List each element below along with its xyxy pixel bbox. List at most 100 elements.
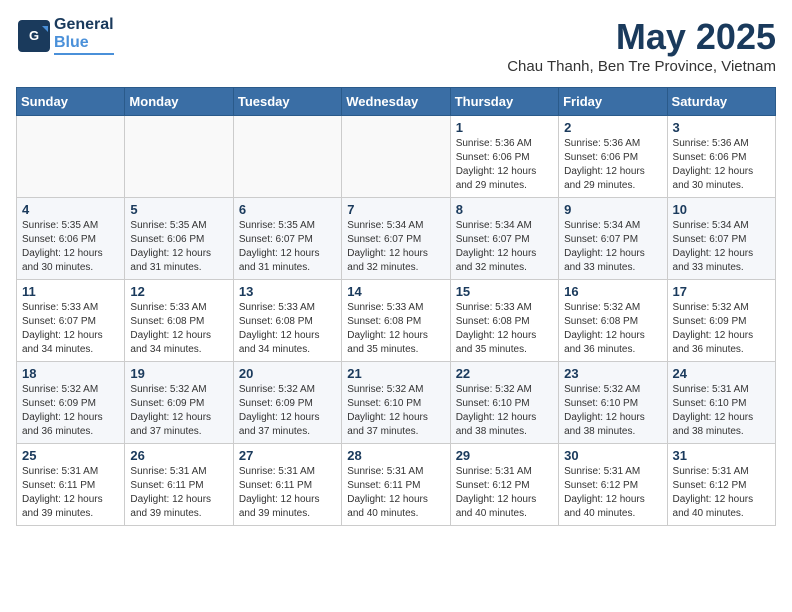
calendar-cell: 1 Sunrise: 5:36 AM Sunset: 6:06 PM Daylig… bbox=[450, 116, 558, 198]
day-info: Sunrise: 5:32 AM Sunset: 6:09 PM Dayligh… bbox=[239, 383, 336, 439]
calendar-cell: 30Sunrise: 5:31 AM Sunset: 6:12 PM Dayli… bbox=[559, 444, 667, 526]
day-number: 16 bbox=[564, 284, 661, 299]
day-number: 28 bbox=[347, 448, 444, 463]
header-wednesday: Wednesday bbox=[342, 88, 450, 116]
day-number: 29 bbox=[456, 448, 553, 463]
calendar-cell bbox=[233, 116, 341, 198]
day-number: 3 bbox=[673, 120, 770, 135]
day-info: Sunrise: 5:31 AM Sunset: 6:11 PM Dayligh… bbox=[239, 465, 336, 521]
calendar-cell: 16Sunrise: 5:32 AM Sunset: 6:08 PM Dayli… bbox=[559, 280, 667, 362]
day-info: Sunrise: 5:31 AM Sunset: 6:11 PM Dayligh… bbox=[347, 465, 444, 521]
week-row-1: 1 Sunrise: 5:36 AM Sunset: 6:06 PM Daylig… bbox=[17, 116, 776, 198]
day-number: 12 bbox=[130, 284, 227, 299]
day-info: Sunrise: 5:33 AM Sunset: 6:08 PM Dayligh… bbox=[130, 301, 227, 357]
header-tuesday: Tuesday bbox=[233, 88, 341, 116]
calendar-cell: 28 Sunrise: 5:31 AM Sunset: 6:11 PM Dayli… bbox=[342, 444, 450, 526]
day-number: 25 bbox=[22, 448, 119, 463]
day-info: Sunrise: 5:33 AM Sunset: 6:07 PM Dayligh… bbox=[22, 301, 119, 357]
day-info: Sunrise: 5:34 AM Sunset: 6:07 PM Dayligh… bbox=[347, 219, 444, 275]
calendar-cell: 9Sunrise: 5:34 AM Sunset: 6:07 PM Daylig… bbox=[559, 198, 667, 280]
header-sunday: Sunday bbox=[17, 88, 125, 116]
day-number: 14 bbox=[347, 284, 444, 299]
day-number: 17 bbox=[673, 284, 770, 299]
logo-line2: Blue bbox=[54, 34, 114, 52]
calendar-cell: 2 Sunrise: 5:36 AM Sunset: 6:06 PM Daylig… bbox=[559, 116, 667, 198]
day-info: Sunrise: 5:31 AM Sunset: 6:11 PM Dayligh… bbox=[130, 465, 227, 521]
day-number: 27 bbox=[239, 448, 336, 463]
day-number: 7 bbox=[347, 202, 444, 217]
day-info: Sunrise: 5:32 AM Sunset: 6:09 PM Dayligh… bbox=[673, 301, 770, 357]
day-info: Sunrise: 5:33 AM Sunset: 6:08 PM Dayligh… bbox=[456, 301, 553, 357]
calendar-cell: 12 Sunrise: 5:33 AM Sunset: 6:08 PM Dayli… bbox=[125, 280, 233, 362]
calendar-cell: 5Sunrise: 5:35 AM Sunset: 6:06 PM Daylig… bbox=[125, 198, 233, 280]
week-row-3: 11 Sunrise: 5:33 AM Sunset: 6:07 PM Dayli… bbox=[17, 280, 776, 362]
calendar-cell: 14 Sunrise: 5:33 AM Sunset: 6:08 PM Dayli… bbox=[342, 280, 450, 362]
header-saturday: Saturday bbox=[667, 88, 775, 116]
day-info: Sunrise: 5:31 AM Sunset: 6:12 PM Dayligh… bbox=[673, 465, 770, 521]
day-info: Sunrise: 5:32 AM Sunset: 6:10 PM Dayligh… bbox=[456, 383, 553, 439]
calendar-cell: 4 Sunrise: 5:35 AM Sunset: 6:06 PM Daylig… bbox=[17, 198, 125, 280]
day-info: Sunrise: 5:32 AM Sunset: 6:09 PM Dayligh… bbox=[22, 383, 119, 439]
day-number: 26 bbox=[130, 448, 227, 463]
calendar-cell: 11 Sunrise: 5:33 AM Sunset: 6:07 PM Dayli… bbox=[17, 280, 125, 362]
calendar-cell: 21Sunrise: 5:32 AM Sunset: 6:10 PM Dayli… bbox=[342, 362, 450, 444]
logo-line1: General bbox=[54, 16, 114, 34]
day-number: 31 bbox=[673, 448, 770, 463]
calendar-cell bbox=[125, 116, 233, 198]
calendar-cell: 7 Sunrise: 5:34 AM Sunset: 6:07 PM Daylig… bbox=[342, 198, 450, 280]
day-number: 19 bbox=[130, 366, 227, 381]
calendar-cell: 6 Sunrise: 5:35 AM Sunset: 6:07 PM Daylig… bbox=[233, 198, 341, 280]
svg-text:G: G bbox=[29, 28, 39, 43]
day-info: Sunrise: 5:35 AM Sunset: 6:06 PM Dayligh… bbox=[22, 219, 119, 275]
calendar-cell: 27 Sunrise: 5:31 AM Sunset: 6:11 PM Dayli… bbox=[233, 444, 341, 526]
day-number: 11 bbox=[22, 284, 119, 299]
day-number: 4 bbox=[22, 202, 119, 217]
day-number: 20 bbox=[239, 366, 336, 381]
day-info: Sunrise: 5:33 AM Sunset: 6:08 PM Dayligh… bbox=[239, 301, 336, 357]
calendar-cell: 19 Sunrise: 5:32 AM Sunset: 6:09 PM Dayli… bbox=[125, 362, 233, 444]
day-info: Sunrise: 5:35 AM Sunset: 6:06 PM Dayligh… bbox=[130, 219, 227, 275]
day-info: Sunrise: 5:36 AM Sunset: 6:06 PM Dayligh… bbox=[564, 137, 661, 193]
day-info: Sunrise: 5:36 AM Sunset: 6:06 PM Dayligh… bbox=[456, 137, 553, 193]
page-header: G General Blue May 2025 Chau Thanh, Ben … bbox=[16, 16, 776, 75]
day-number: 21 bbox=[347, 366, 444, 381]
calendar-cell: 20 Sunrise: 5:32 AM Sunset: 6:09 PM Dayli… bbox=[233, 362, 341, 444]
day-info: Sunrise: 5:31 AM Sunset: 6:10 PM Dayligh… bbox=[673, 383, 770, 439]
day-info: Sunrise: 5:35 AM Sunset: 6:07 PM Dayligh… bbox=[239, 219, 336, 275]
day-number: 13 bbox=[239, 284, 336, 299]
day-info: Sunrise: 5:34 AM Sunset: 6:07 PM Dayligh… bbox=[456, 219, 553, 275]
calendar-cell: 18Sunrise: 5:32 AM Sunset: 6:09 PM Dayli… bbox=[17, 362, 125, 444]
calendar-subtitle: Chau Thanh, Ben Tre Province, Vietnam bbox=[507, 58, 776, 75]
calendar-cell: 22Sunrise: 5:32 AM Sunset: 6:10 PM Dayli… bbox=[450, 362, 558, 444]
calendar-cell: 23Sunrise: 5:32 AM Sunset: 6:10 PM Dayli… bbox=[559, 362, 667, 444]
calendar-cell: 8Sunrise: 5:34 AM Sunset: 6:07 PM Daylig… bbox=[450, 198, 558, 280]
logo-icon: G bbox=[16, 18, 52, 54]
logo-underline bbox=[54, 53, 114, 55]
header-thursday: Thursday bbox=[450, 88, 558, 116]
calendar-cell bbox=[342, 116, 450, 198]
day-info: Sunrise: 5:33 AM Sunset: 6:08 PM Dayligh… bbox=[347, 301, 444, 357]
calendar-cell: 15Sunrise: 5:33 AM Sunset: 6:08 PM Dayli… bbox=[450, 280, 558, 362]
day-number: 23 bbox=[564, 366, 661, 381]
day-number: 24 bbox=[673, 366, 770, 381]
day-number: 30 bbox=[564, 448, 661, 463]
day-number: 6 bbox=[239, 202, 336, 217]
calendar-cell: 10Sunrise: 5:34 AM Sunset: 6:07 PM Dayli… bbox=[667, 198, 775, 280]
calendar-cell: 3Sunrise: 5:36 AM Sunset: 6:06 PM Daylig… bbox=[667, 116, 775, 198]
day-info: Sunrise: 5:32 AM Sunset: 6:09 PM Dayligh… bbox=[130, 383, 227, 439]
calendar-cell: 25Sunrise: 5:31 AM Sunset: 6:11 PM Dayli… bbox=[17, 444, 125, 526]
day-number: 2 bbox=[564, 120, 661, 135]
day-info: Sunrise: 5:34 AM Sunset: 6:07 PM Dayligh… bbox=[564, 219, 661, 275]
calendar-cell bbox=[17, 116, 125, 198]
day-number: 10 bbox=[673, 202, 770, 217]
day-info: Sunrise: 5:31 AM Sunset: 6:12 PM Dayligh… bbox=[456, 465, 553, 521]
week-row-5: 25 Sunrise: 5:31 AM Sunset: 6:11 PM Dayli… bbox=[17, 444, 776, 526]
title-block: May 2025 Chau Thanh, Ben Tre Province, V… bbox=[507, 16, 776, 75]
header-monday: Monday bbox=[125, 88, 233, 116]
day-number: 1 bbox=[456, 120, 553, 135]
logo: G General Blue bbox=[16, 16, 114, 55]
calendar-cell: 13 Sunrise: 5:33 AM Sunset: 6:08 PM Dayli… bbox=[233, 280, 341, 362]
calendar-body: 1 Sunrise: 5:36 AM Sunset: 6:06 PM Daylig… bbox=[17, 116, 776, 526]
calendar-cell: 31 Sunrise: 5:31 AM Sunset: 6:12 PM Dayli… bbox=[667, 444, 775, 526]
calendar-cell: 29 Sunrise: 5:31 AM Sunset: 6:12 PM Dayli… bbox=[450, 444, 558, 526]
